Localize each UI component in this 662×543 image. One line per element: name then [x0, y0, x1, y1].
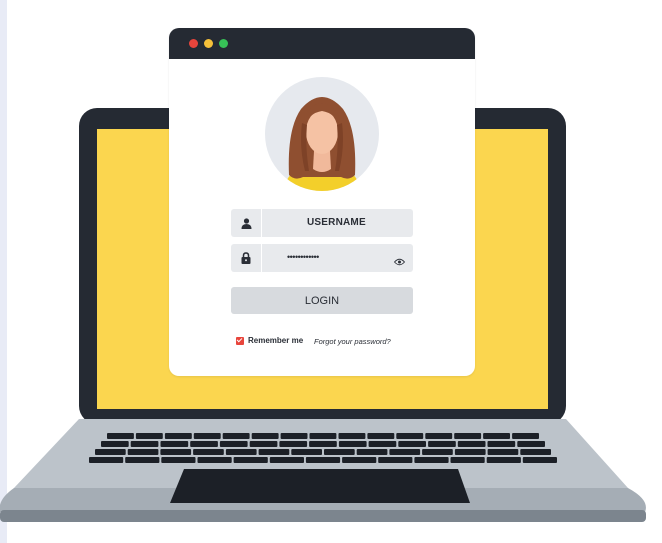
keyboard-key: [457, 441, 486, 447]
keyboard-key: [512, 433, 539, 439]
keyboard-key: [454, 433, 482, 439]
keyboard-key: [309, 441, 337, 447]
keyboard-key: [367, 433, 395, 439]
username-field[interactable]: USERNAME: [231, 209, 413, 237]
keyboard-key: [279, 441, 308, 447]
remember-me[interactable]: Remember me: [236, 336, 303, 345]
keyboard-key: [280, 433, 308, 439]
keyboard-key: [520, 449, 551, 455]
keyboard-key: [398, 441, 426, 447]
keyboard-key: [222, 433, 250, 439]
keyboard-key: [160, 449, 192, 455]
keyboard-key: [454, 449, 486, 455]
keyboard-key: [356, 449, 388, 455]
keyboard-key: [483, 433, 510, 439]
keyboard-key: [197, 457, 232, 463]
forgot-password-link[interactable]: Forgot your password?: [314, 337, 391, 346]
keyboard-key: [517, 441, 545, 447]
keyboard-key: [251, 433, 279, 439]
keyboard-key: [324, 449, 355, 455]
login-button[interactable]: LOGIN: [231, 287, 413, 314]
keyboard-key: [291, 449, 322, 455]
keyboard-key: [487, 449, 519, 455]
lock-icon: [231, 244, 262, 272]
keyboard-key: [193, 449, 224, 455]
keyboard-key: [389, 449, 421, 455]
close-dot-icon[interactable]: [189, 39, 198, 48]
keyboard-key: [342, 457, 377, 463]
checkbox-checked-icon[interactable]: [236, 336, 244, 345]
keyboard-key: [258, 449, 290, 455]
keyboard-key: [107, 433, 134, 439]
keyboard-key: [414, 457, 449, 463]
titlebar: [169, 28, 475, 59]
login-window: USERNAME •••••••••••• LOGIN Remember me …: [169, 28, 475, 376]
username-label: USERNAME: [307, 217, 366, 228]
keyboard-key: [428, 441, 456, 447]
avatar: [265, 77, 379, 191]
keyboard-key: [422, 449, 453, 455]
keyboard-key: [161, 457, 196, 463]
keyboard-key: [127, 449, 159, 455]
avatar-woman-icon: [283, 97, 361, 191]
keyboard-key: [225, 449, 257, 455]
keyboard-key: [378, 457, 413, 463]
keyboard-key: [164, 433, 192, 439]
remember-me-label: Remember me: [248, 336, 304, 345]
laptop-bottom-lip: [0, 510, 646, 522]
keyboard-key: [89, 457, 124, 463]
maximize-dot-icon[interactable]: [219, 39, 228, 48]
keyboard-key: [450, 457, 485, 463]
keyboard-key: [487, 441, 516, 447]
keyboard-key: [338, 441, 367, 447]
keyboard-key: [486, 457, 521, 463]
keyboard-key: [249, 441, 278, 447]
keyboard-key: [101, 441, 129, 447]
keyboard-key: [305, 457, 341, 463]
user-icon: [231, 209, 262, 237]
keyboard-key: [425, 433, 453, 439]
minimize-dot-icon[interactable]: [204, 39, 213, 48]
keyboard-key: [368, 441, 397, 447]
keyboard-key: [125, 457, 160, 463]
keyboard-key: [338, 433, 366, 439]
keyboard-key: [522, 457, 557, 463]
keyboard-key: [269, 457, 304, 463]
keyboard-key: [95, 449, 126, 455]
keyboard-key: [396, 433, 424, 439]
password-value: ••••••••••••: [287, 252, 319, 262]
keyboard-key: [190, 441, 218, 447]
touchpad: [170, 469, 470, 503]
keyboard-key: [130, 441, 159, 447]
keyboard-key: [219, 441, 248, 447]
keyboard-key: [233, 457, 268, 463]
keyboard-key: [193, 433, 221, 439]
keyboard-key: [135, 433, 163, 439]
keyboard-key: [160, 441, 189, 447]
keyboard-key: [309, 433, 337, 439]
password-field[interactable]: ••••••••••••: [231, 244, 413, 272]
eye-icon[interactable]: [393, 253, 406, 271]
